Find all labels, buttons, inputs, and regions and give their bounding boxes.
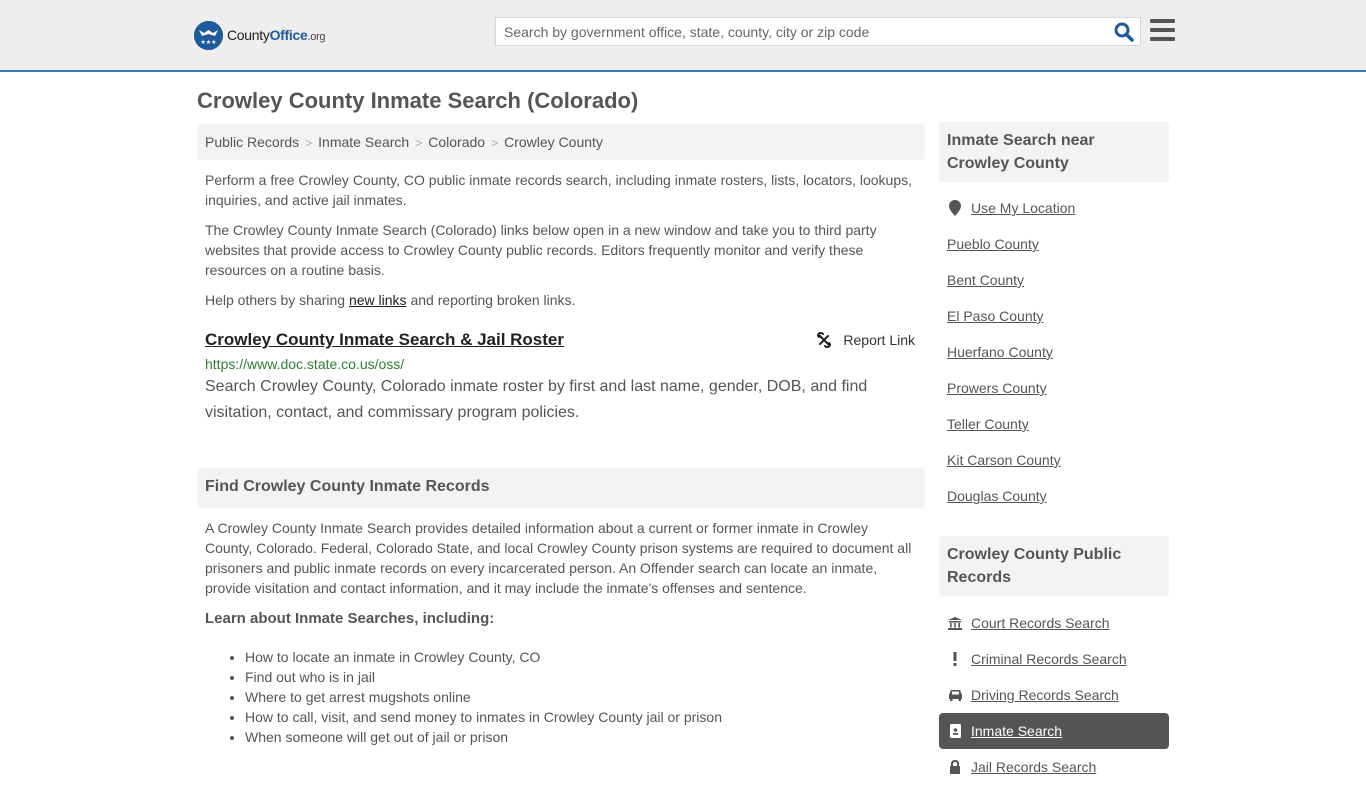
sidebar-item-criminal-records[interactable]: Criminal Records Search: [947, 641, 1161, 677]
result-url: https://www.doc.state.co.us/oss/: [205, 356, 405, 372]
breadcrumb-separator: >: [305, 136, 313, 150]
list-item: Where to get arrest mugshots online: [245, 687, 925, 707]
use-my-location-link[interactable]: Use My Location: [947, 190, 1161, 226]
top-header: ★★★ CountyOffice.org: [0, 0, 1366, 72]
sidebar-item-label: Driving Records Search: [971, 687, 1119, 703]
sidebar-item-driving-records[interactable]: Driving Records Search: [947, 677, 1161, 713]
sidebar-item-label: Jail Records Search: [971, 759, 1097, 775]
list-item: Find out who is in jail: [245, 667, 925, 687]
share-paragraph: Help others by sharing new links and rep…: [197, 290, 925, 310]
result-description: Search Crowley County, Colorado inmate r…: [205, 378, 868, 421]
logo-text: CountyOffice.org: [227, 27, 326, 43]
find-records-body: A Crowley County Inmate Search provides …: [205, 520, 912, 596]
lock-icon: [947, 760, 963, 774]
county-link-huerfano[interactable]: Huerfano County: [947, 334, 1161, 370]
exclamation-icon: [947, 652, 963, 666]
page-title: Crowley County Inmate Search (Colorado): [197, 88, 639, 113]
list-item: How to call, visit, and send money to in…: [245, 707, 925, 727]
county-link-el-paso[interactable]: El Paso County: [947, 298, 1161, 334]
breadcrumb-separator: >: [491, 136, 499, 150]
broken-link-icon: [817, 332, 832, 348]
logo-county: County: [227, 27, 270, 43]
nearby-heading: Inmate Search near Crowley County: [939, 122, 1169, 182]
result-item: Crowley County Inmate Search & Jail Rost…: [197, 330, 925, 426]
search-input[interactable]: [496, 18, 1096, 45]
sidebar-item-court-records[interactable]: Court Records Search: [947, 605, 1161, 641]
map-pin-icon: [947, 200, 963, 216]
sidebar-item-label: Inmate Search: [971, 723, 1063, 739]
sidebar-item-jail-records[interactable]: Jail Records Search: [947, 749, 1161, 785]
search-bar: [495, 17, 1141, 46]
result-title-link[interactable]: Crowley County Inmate Search & Jail Rost…: [205, 330, 564, 349]
county-link-douglas[interactable]: Douglas County: [947, 478, 1161, 514]
sidebar-nearby: Inmate Search near Crowley County Use My…: [939, 122, 1169, 514]
breadcrumb-inmate-search[interactable]: Inmate Search: [318, 134, 409, 150]
share-text: Help others by sharing: [205, 292, 349, 308]
breadcrumb: Public Records > Inmate Search > Colorado > Cr…: [197, 124, 925, 160]
county-link-kit-carson[interactable]: Kit Carson County: [947, 442, 1161, 478]
county-link-pueblo[interactable]: Pueblo County: [947, 226, 1161, 262]
search-icon[interactable]: [1114, 22, 1134, 42]
breadcrumb-colorado[interactable]: Colorado: [428, 134, 485, 150]
sidebar-item-inmate-search[interactable]: Inmate Search: [939, 713, 1169, 749]
find-records-heading: Find Crowley County Inmate Records: [197, 468, 925, 508]
learn-heading: Learn about Inmate Searches, including:: [205, 610, 495, 627]
county-link-prowers[interactable]: Prowers County: [947, 370, 1161, 406]
learn-list: How to locate an inmate in Crowley Count…: [197, 647, 925, 747]
site-logo[interactable]: ★★★ CountyOffice.org: [194, 20, 326, 50]
new-links-link[interactable]: new links: [349, 292, 407, 308]
public-records-heading: Crowley County Public Records: [939, 536, 1169, 596]
car-icon: [947, 689, 963, 701]
breadcrumb-separator: >: [415, 136, 423, 150]
logo-office: Office: [269, 27, 308, 43]
use-my-location-label: Use My Location: [971, 200, 1076, 216]
svg-text:★★★: ★★★: [200, 39, 216, 46]
county-link-bent[interactable]: Bent County: [947, 262, 1161, 298]
share-text-end: and reporting broken links.: [406, 292, 576, 308]
list-item: How to locate an inmate in Crowley Count…: [245, 647, 925, 667]
disclaimer-paragraph: The Crowley County Inmate Search (Colora…: [205, 222, 877, 278]
sidebar-item-label: Court Records Search: [971, 615, 1110, 631]
sidebar-public-records: Crowley County Public Records Court Reco…: [939, 536, 1169, 785]
courthouse-icon: [947, 616, 963, 630]
report-link-button[interactable]: Report Link: [816, 332, 915, 348]
intro-paragraph: Perform a free Crowley County, CO public…: [205, 172, 913, 208]
county-link-teller[interactable]: Teller County: [947, 406, 1161, 442]
sidebar-item-label: Criminal Records Search: [971, 651, 1127, 667]
breadcrumb-crowley-county[interactable]: Crowley County: [504, 134, 603, 150]
logo-tld: .org: [307, 31, 326, 43]
id-badge-icon: [947, 724, 963, 738]
list-item: When someone will get out of jail or pri…: [245, 727, 925, 747]
eagle-logo-icon: ★★★: [194, 20, 223, 50]
breadcrumb-public-records[interactable]: Public Records: [205, 134, 299, 150]
main-content: Public Records > Inmate Search > Colorado > Cr…: [197, 124, 925, 747]
hamburger-menu-icon[interactable]: [1150, 19, 1175, 41]
report-link-label: Report Link: [843, 332, 915, 348]
